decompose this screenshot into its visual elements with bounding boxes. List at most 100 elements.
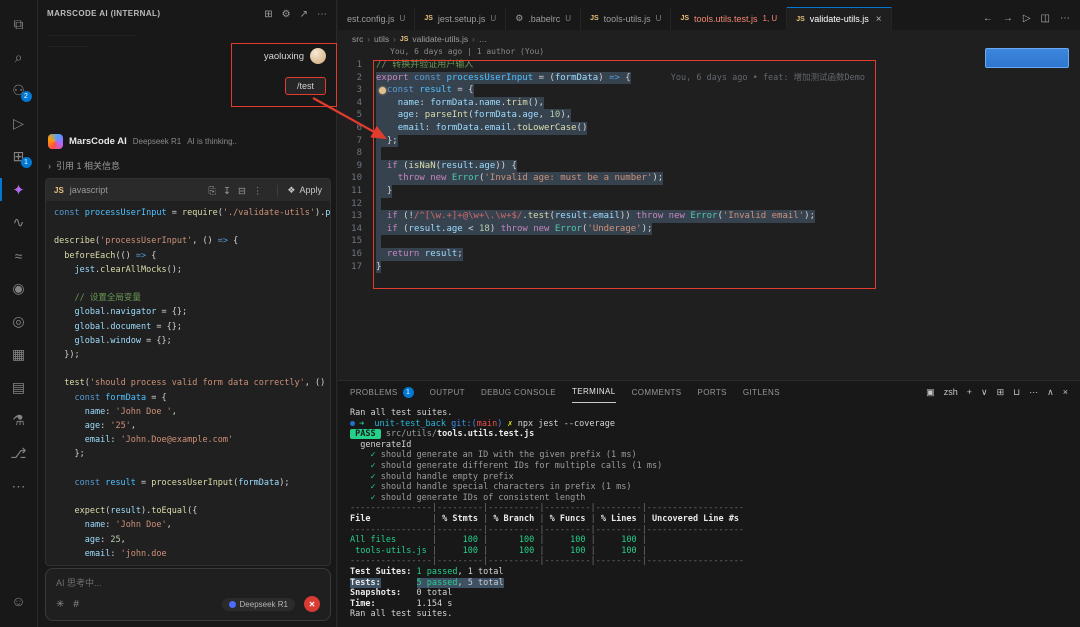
panel-tab-gitlens[interactable]: GITLENS <box>743 381 780 403</box>
code-token: < <box>463 224 479 234</box>
code-text: export const processUserInput = (formDat… <box>376 72 631 85</box>
activity-metrics-icon[interactable]: ∿ <box>0 206 38 239</box>
user-name: yaoluxing <box>264 51 304 62</box>
diff-icon[interactable]: ⊟ <box>238 186 246 197</box>
chat-code-content[interactable]: const processUserInput = require('./vali… <box>46 201 330 565</box>
split-editor-icon[interactable]: ◫ <box>1041 13 1050 24</box>
insert-icon[interactable]: ↧ <box>223 186 231 197</box>
new-chat-icon[interactable]: ⊞ <box>264 9 272 20</box>
terminal-dropdown-icon[interactable]: ∨ <box>981 387 988 398</box>
code-token <box>376 224 387 234</box>
code-line: 17} <box>338 261 1080 274</box>
panel-tab-problems[interactable]: PROBLEMS1 <box>350 381 414 403</box>
activity-waves-icon[interactable]: ≈ <box>0 239 38 272</box>
more-icon[interactable]: ⋮ <box>253 186 263 197</box>
mention-icon[interactable]: ✳ <box>56 599 64 610</box>
code-token: , 5 total <box>458 578 504 588</box>
panel-tab-ports[interactable]: PORTS <box>698 381 727 403</box>
breadcrumb-item[interactable]: utils <box>374 34 389 44</box>
editor-tab--babelrc[interactable]: ⚙.babelrcU <box>506 7 581 30</box>
panel-tab-debug-console[interactable]: DEBUG CONSOLE <box>481 381 556 403</box>
kill-terminal-icon[interactable]: ⊔ <box>1013 387 1020 398</box>
code-token: 100 <box>437 546 483 556</box>
activity-marscode-ai-icon[interactable]: ✦ <box>0 173 38 206</box>
breadcrumb[interactable]: src›utils›JSvalidate-utils.js›… <box>338 31 1080 47</box>
apply-button[interactable]: ❖ Apply <box>277 185 322 196</box>
editor-code[interactable]: 1// 转换并验证用户输入2export const processUserIn… <box>338 59 1080 273</box>
tab-label: est.config.js <box>347 14 395 24</box>
close-panel-icon[interactable]: × <box>1063 387 1068 397</box>
activity-explorer-icon[interactable]: ⧉ <box>0 8 38 41</box>
panel-tab-terminal[interactable]: TERMINAL <box>572 381 616 403</box>
code-token: age <box>398 110 414 120</box>
chat-code-block: JS javascript ⎘↧⊟⋮ ❖ Apply const process… <box>45 178 331 566</box>
code-token: => <box>609 73 620 83</box>
run-circle-glyph: ◉ <box>12 280 24 297</box>
activity-grid-icon[interactable]: ▦ <box>0 338 38 371</box>
editor-tab-tools-utils-test-js[interactable]: JStools.utils.test.js1, U <box>671 7 787 30</box>
breadcrumb-item[interactable]: … <box>479 34 488 44</box>
panel-tab-comments[interactable]: COMMENTS <box>632 381 682 403</box>
terminal-shell-icon[interactable]: ▣ <box>926 387 935 398</box>
user-message: yaoluxing /test <box>264 48 326 95</box>
editor-tab-jest-setup-js[interactable]: JSjest.setup.jsU <box>415 7 506 30</box>
activity-run-circle-icon[interactable]: ◉ <box>0 272 38 305</box>
model-selector-badge[interactable]: Deepseek R1 <box>222 598 295 611</box>
more-actions-icon[interactable]: ⋯ <box>1029 387 1038 398</box>
copy-icon[interactable]: ⎘ <box>208 186 216 197</box>
js-lang-icon: JS <box>54 186 64 195</box>
activity-more-icon[interactable]: ⋯ <box>0 470 38 503</box>
terminal-output[interactable]: Ran all test suites.➜ unit-test_back git… <box>338 403 1080 620</box>
maximize-panel-icon[interactable]: ∧ <box>1047 387 1054 398</box>
code-token <box>350 450 370 460</box>
context-hash-icon[interactable]: # <box>73 599 79 610</box>
code-token: if <box>387 224 398 234</box>
code-token: { <box>228 236 238 246</box>
shell-name[interactable]: zsh <box>944 387 958 397</box>
editor-tab-validate-utils-js[interactable]: JSvalidate-utils.js× <box>787 7 891 30</box>
nav-forward-icon[interactable]: → <box>1003 13 1013 24</box>
problems-badge: 1 <box>403 387 414 398</box>
more-actions-icon[interactable]: ⋯ <box>1060 13 1070 24</box>
activity-account-icon[interactable]: ☺ <box>0 584 38 617</box>
code-token: ); <box>279 478 289 488</box>
run-file-icon[interactable]: ▷ <box>1023 13 1031 24</box>
test-command-chip[interactable]: /test <box>285 77 326 95</box>
split-terminal-icon[interactable]: ⊞ <box>997 387 1005 398</box>
code-token: 18 <box>479 224 490 234</box>
code-block-toolbar: ⎘ ↧ ⊟ ⋮ <box>201 181 262 199</box>
reference-expander[interactable]: › 引用 1 相关信息 <box>48 159 120 172</box>
ai-model-label: Deepseek R1 <box>133 137 181 146</box>
code-token: name <box>85 520 105 530</box>
nav-back-icon[interactable]: ← <box>983 13 993 24</box>
lightbulb-icon[interactable] <box>379 87 386 94</box>
code-token: // 设置全局变量 <box>54 293 141 303</box>
activity-pull-request-icon[interactable]: ⎇ <box>0 437 38 470</box>
activity-testing-icon[interactable]: ⚗ <box>0 404 38 437</box>
code-token: email <box>85 435 111 445</box>
settings-icon[interactable]: ⚙ <box>282 9 291 20</box>
panel-tab-output[interactable]: OUTPUT <box>430 381 465 403</box>
activity-target-icon[interactable]: ◎ <box>0 305 38 338</box>
editor-tab-tools-utils-js[interactable]: JStools-utils.jsU <box>581 7 671 30</box>
activity-run-debug-icon[interactable]: ▷ <box>0 107 38 140</box>
more-icon[interactable]: ⋯ <box>317 9 327 20</box>
activity-bar-bottom: ☺ <box>0 584 37 627</box>
line-number: 11 <box>338 185 376 198</box>
close-icon[interactable]: × <box>876 14 882 25</box>
new-terminal-icon[interactable]: + <box>967 387 972 397</box>
activity-search-icon[interactable]: ⌕ <box>0 41 38 74</box>
code-line: age: '25', <box>54 419 322 433</box>
chat-input-box[interactable]: AI 思考中... ✳ # Deepseek R1 ✕ <box>45 568 331 621</box>
breadcrumb-item[interactable]: validate-utils.js <box>412 34 468 44</box>
activity-accounts-icon[interactable]: ⚇2 <box>0 74 38 107</box>
activity-layers-icon[interactable]: ▤ <box>0 371 38 404</box>
open-external-icon[interactable]: ↗ <box>300 9 308 20</box>
code-line: 13 if (!/^[\w.+]+@\w+\.\w+$/.test(result… <box>338 210 1080 223</box>
code-text: return result; <box>376 248 463 261</box>
breadcrumb-item[interactable]: src <box>352 34 363 44</box>
code-token: ); <box>642 224 653 234</box>
editor-tab-est-config-js[interactable]: est.config.jsU <box>338 7 415 30</box>
activity-extensions-icon[interactable]: ⊞1 <box>0 140 38 173</box>
stop-generation-button[interactable]: ✕ <box>304 596 320 612</box>
